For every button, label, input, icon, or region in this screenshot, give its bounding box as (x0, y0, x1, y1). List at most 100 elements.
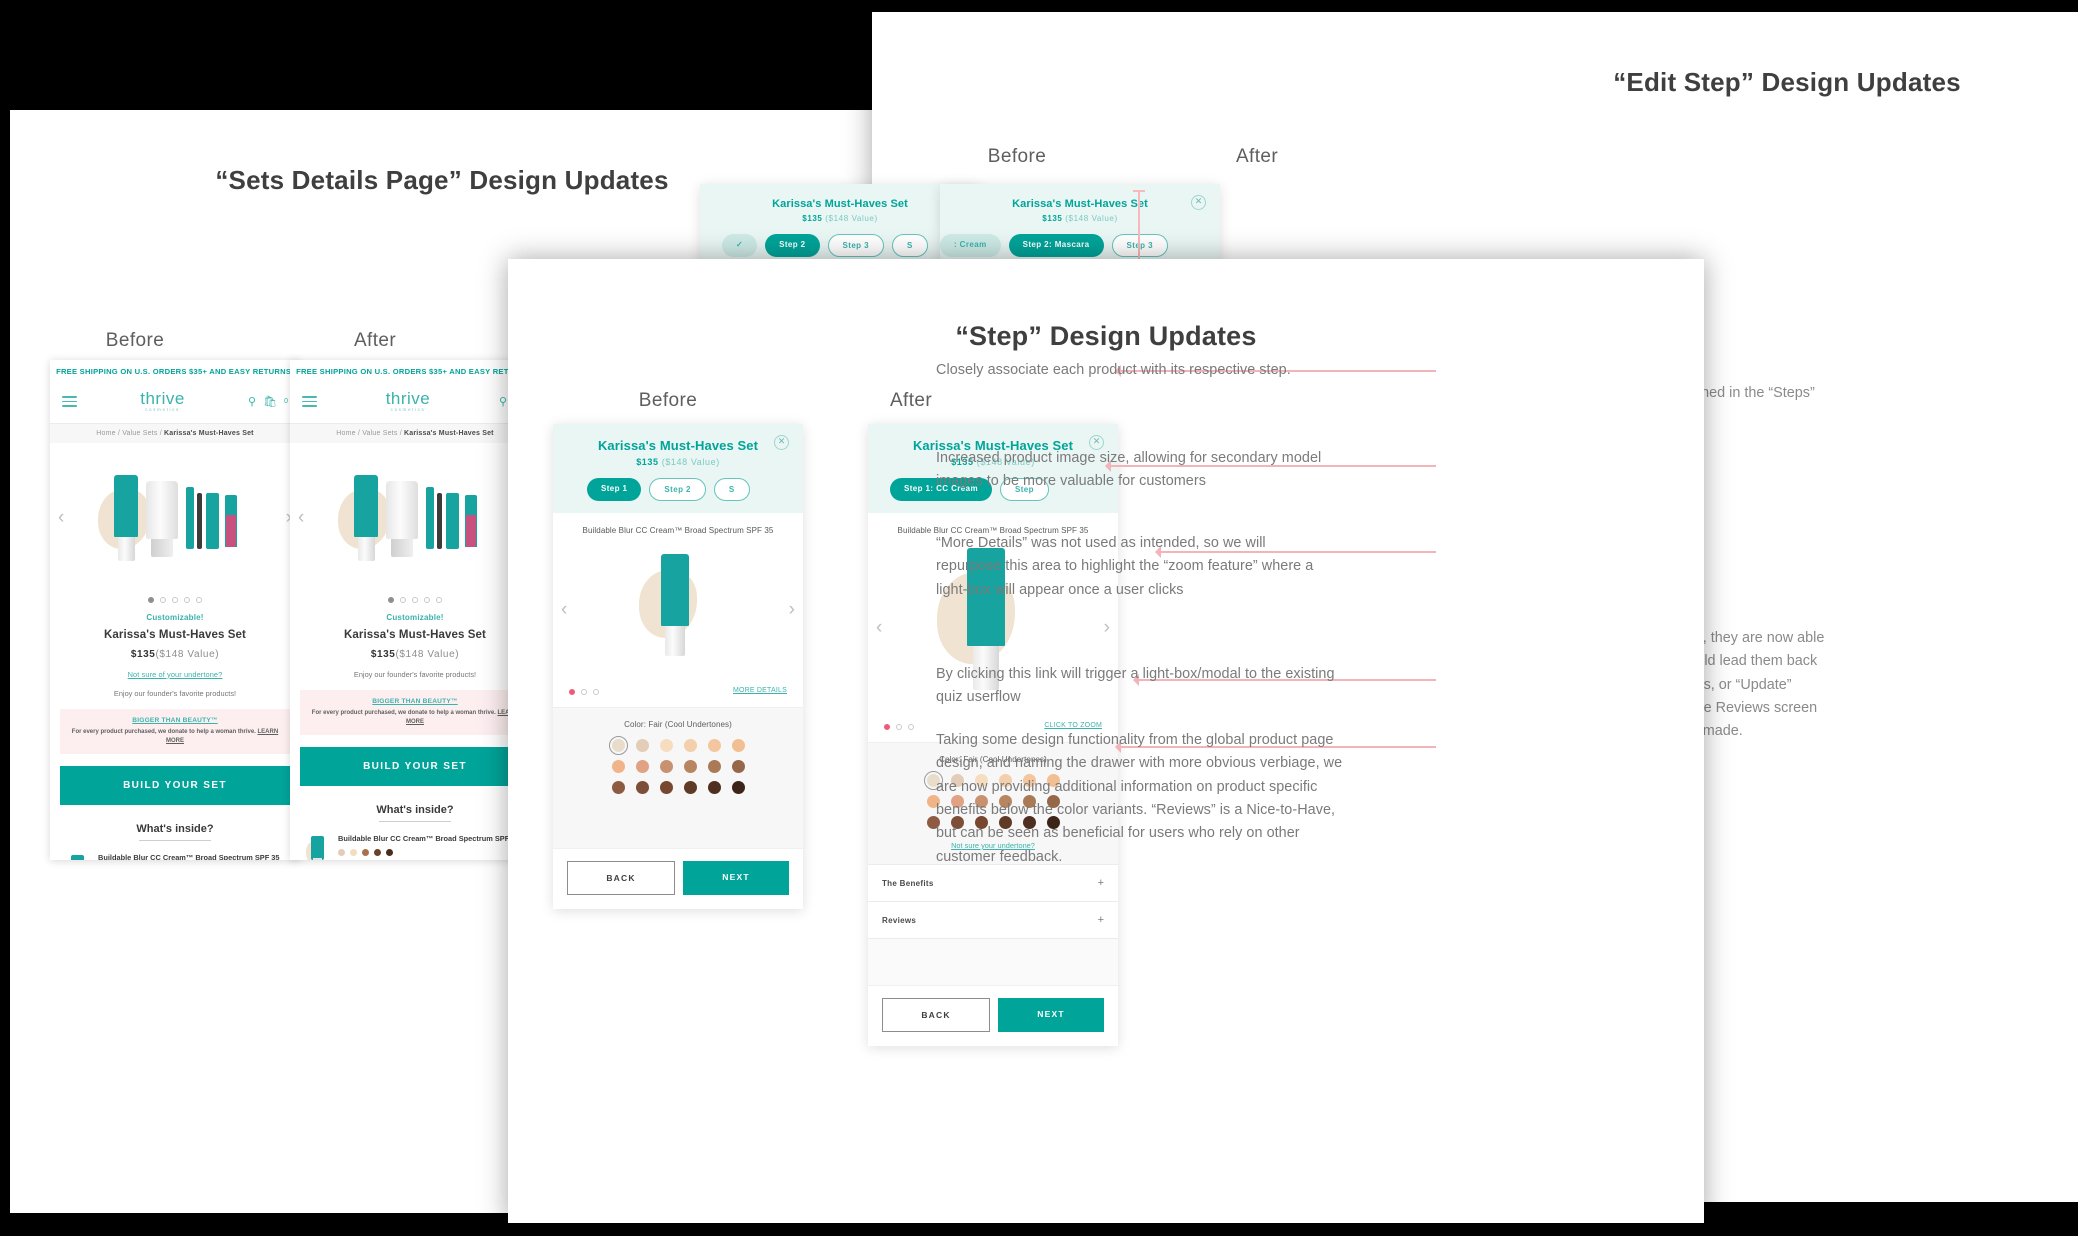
modal-price: $135 ($148 Value) (553, 457, 803, 467)
swatch-row (611, 760, 745, 773)
next-button[interactable]: NEXT (998, 998, 1104, 1032)
btb-heading[interactable]: BIGGER THAN BEAUTY™ (70, 717, 280, 724)
item-swatches[interactable] (338, 849, 520, 857)
carousel-next-icon[interactable]: › (789, 599, 795, 621)
panel-step-design-updates: “Step” Design Updates Before After ✕ Kar… (508, 259, 1704, 1223)
carousel-prev-icon[interactable]: ‹ (561, 599, 567, 621)
step-pill-2[interactable]: Step 2: Mascara (1008, 234, 1104, 257)
carousel-next-icon[interactable]: › (1104, 617, 1110, 639)
swatch-row (608, 736, 745, 755)
bigger-than-beauty-banner: BIGGER THAN BEAUTY™ For every product pu… (60, 708, 290, 754)
cart-icon[interactable]: 🛍 (263, 395, 277, 408)
step-pill-2[interactable]: Step 2 (765, 234, 820, 257)
btb-copy: For every product purchased, we donate t… (311, 709, 496, 716)
product-name: Buildable Blur CC Cream™ Broad Spectrum … (582, 526, 774, 535)
price-value: ($148 Value) (155, 648, 220, 660)
list-item: Buildable Blur CC Cream™ Broad Spectrum … (66, 853, 284, 860)
close-icon[interactable]: ✕ (774, 435, 789, 450)
hamburger-icon[interactable] (62, 393, 77, 410)
annotation-2: Increased product image size, allowing f… (936, 450, 1322, 490)
item-name: Buildable Blur CC Cream™ Broad Spectrum … (98, 852, 280, 860)
btb-heading[interactable]: BIGGER THAN BEAUTY™ (310, 698, 520, 705)
step-pill-1[interactable]: Step 1 (587, 478, 642, 501)
next-button[interactable]: NEXT (683, 861, 789, 895)
accordion-the-benefits[interactable]: The Benefits + (868, 864, 1118, 901)
shipping-bar-after: FREE SHIPPING ON U.S. ORDERS $35+ AND EA… (290, 360, 540, 382)
carousel-prev-icon[interactable]: ‹ (298, 507, 304, 529)
product-title: Karissa's Must-Haves Set (104, 628, 246, 641)
nav-right-icons: ⚲ 🛍 0 (248, 395, 288, 408)
logo-subtitle: cosmetics (145, 407, 180, 412)
step-pill-2[interactable]: Step 2 (649, 478, 706, 501)
breadcrumb-value-sets[interactable]: Value Sets (122, 430, 157, 437)
step-after-label: After (889, 390, 933, 411)
modal-title: Karissa's Must-Haves Set (772, 198, 908, 210)
hero-dots[interactable] (290, 593, 540, 603)
price-amount: $135 (636, 457, 659, 467)
annotation-4: By clicking this link will trigger a lig… (936, 666, 1335, 706)
annotation-1: Closely associate each product with its … (936, 362, 1291, 378)
annotation-5: Taking some design functionality from th… (936, 732, 1343, 865)
modal-header: ✕ Karissa's Must-Haves Set $135 ($148 Va… (700, 184, 980, 269)
color-swatch-area: Color: Fair (Cool Undertones) (553, 707, 803, 848)
breadcrumb-home[interactable]: Home (336, 430, 355, 437)
panel-edit-title: “Edit Step” Design Updates (1613, 67, 1961, 97)
hero-dots[interactable] (50, 593, 300, 603)
whats-inside-heading: What's inside? (376, 803, 454, 816)
price-value: ($148 Value) (1065, 214, 1118, 223)
price-amount: $135 (1042, 214, 1063, 223)
image-dots[interactable] (569, 685, 599, 695)
step-pill-3[interactable]: Step 3 (827, 234, 884, 257)
modal-price: $135 ($148 Value) (700, 214, 980, 223)
back-button[interactable]: BACK (567, 861, 675, 895)
hero-product-image (90, 463, 260, 573)
color-label: Color: Fair (Cool Undertones) (624, 720, 732, 729)
whats-inside-heading: What's inside? (136, 822, 214, 835)
product-price: $135($148 Value) (306, 649, 524, 660)
close-icon[interactable]: ✕ (1191, 195, 1206, 210)
step-pills-before: Step 1 Step 2 S (553, 478, 803, 501)
swatch-grid (553, 736, 803, 794)
accordion-spacer (868, 938, 1118, 985)
plus-icon: + (1097, 914, 1104, 926)
phone-mock-after: FREE SHIPPING ON U.S. ORDERS $35+ AND EA… (290, 360, 540, 860)
hamburger-icon[interactable] (302, 393, 317, 410)
phone-navbar: thrive cosmetics ⚲ 🛍 0 (50, 382, 300, 424)
step-pill-complete[interactable]: ✓ (722, 234, 758, 257)
phone-mock-before: FREE SHIPPING ON U.S. ORDERS $35+ AND EA… (50, 360, 300, 860)
edit-after-label: After (1235, 146, 1279, 167)
founder-line: Enjoy our founder's favorite products! (113, 688, 237, 698)
breadcrumb-home[interactable]: Home (96, 430, 115, 437)
back-button[interactable]: BACK (882, 998, 990, 1032)
breadcrumb-value-sets[interactable]: Value Sets (362, 430, 397, 437)
undertone-link[interactable]: Not sure of your undertone? (66, 670, 284, 679)
step-pill-4[interactable]: S (891, 234, 928, 257)
accordion-label: Reviews (882, 915, 917, 925)
accordion-reviews[interactable]: Reviews + (868, 901, 1118, 938)
bigger-than-beauty-banner-after: BIGGER THAN BEAUTY™ For every product pu… (300, 689, 530, 735)
modal-header: ✕ Karissa's Must-Haves Set $135 ($148 Va… (553, 424, 803, 513)
modal-header: ✕ Karissa's Must-Haves Set $135 ($148 Va… (940, 184, 1220, 269)
step-pills-after: : Cream Step 2: Mascara Step 3 (940, 234, 1220, 257)
build-your-set-button[interactable]: BUILD YOUR SET (300, 746, 530, 786)
step-pill-complete[interactable]: : Cream (940, 234, 1001, 257)
price-value: ($148 Value) (395, 648, 460, 660)
product-price: $135($148 Value) (66, 649, 284, 660)
image-dots[interactable] (884, 720, 914, 730)
modal-buttons: BACK NEXT (868, 985, 1118, 1046)
carousel-prev-icon[interactable]: ‹ (58, 507, 64, 529)
carousel-prev-icon[interactable]: ‹ (876, 617, 882, 639)
more-details-link[interactable]: MORE DETAILS (733, 687, 787, 694)
product-image (623, 548, 733, 673)
build-your-set-button[interactable]: BUILD YOUR SET (60, 765, 290, 805)
breadcrumb-current: Karissa's Must-Haves Set (163, 429, 254, 437)
search-icon[interactable]: ⚲ (248, 395, 256, 408)
annotation-3: “More Details” was not used as intended,… (936, 535, 1314, 598)
click-to-zoom-link[interactable]: CLICK TO ZOOM (1044, 722, 1102, 729)
step-pill-3[interactable]: S (713, 478, 750, 501)
carousel-footer: MORE DETAILS (553, 685, 803, 707)
item-thumbnail (306, 834, 328, 860)
sets-after-label: After (353, 330, 397, 351)
modal-title: Karissa's Must-Haves Set (1012, 198, 1148, 210)
slide-canvas: “Sets Details Page” Design Updates Befor… (0, 0, 2078, 1236)
